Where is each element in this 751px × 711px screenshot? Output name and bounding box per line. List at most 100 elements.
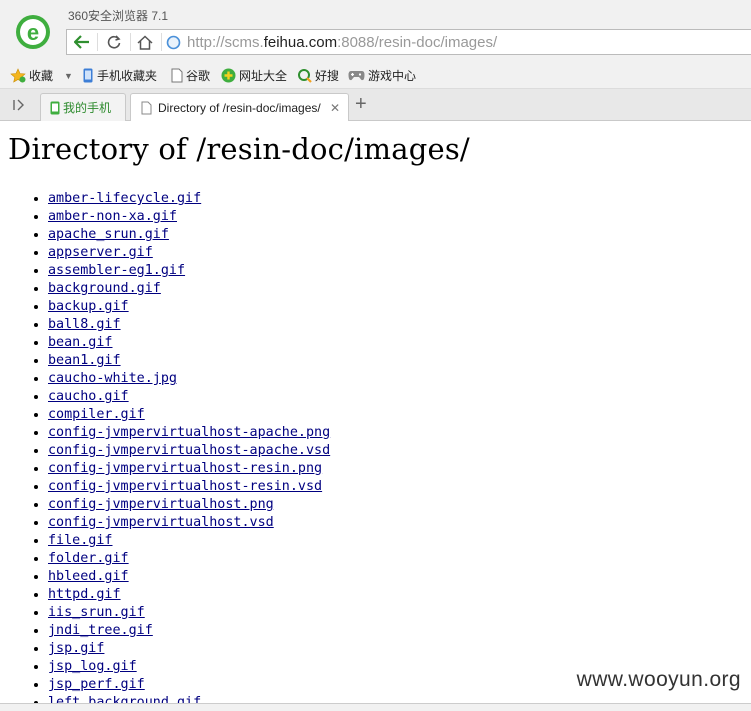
- file-link[interactable]: iis_srun.gif: [48, 605, 145, 620]
- tab-title: Directory of /resin-doc/images/: [158, 101, 321, 115]
- file-link[interactable]: folder.gif: [48, 551, 129, 566]
- list-item: config-jvmpervirtualhost-resin.png: [48, 460, 330, 478]
- list-item: bean.gif: [48, 334, 330, 352]
- file-link[interactable]: apache_srun.gif: [48, 227, 169, 242]
- file-link[interactable]: config-jvmpervirtualhost-resin.vsd: [48, 479, 322, 494]
- list-item: jsp_perf.gif: [48, 676, 330, 694]
- address-bar[interactable]: http://scms.feihua.com:8088/resin-doc/im…: [66, 29, 751, 55]
- url-prefix: http://scms.: [187, 34, 264, 51]
- home-icon: [137, 34, 153, 50]
- list-item: apache_srun.gif: [48, 226, 330, 244]
- phone-icon: [50, 101, 60, 114]
- file-link[interactable]: file.gif: [48, 533, 113, 548]
- list-item: assembler-eg1.gif: [48, 262, 330, 280]
- bookmark-label: 手机收藏夹: [97, 69, 158, 83]
- app-title: 360安全浏览器 7.1: [68, 9, 169, 23]
- list-item: httpd.gif: [48, 586, 330, 604]
- file-link[interactable]: config-jvmpervirtualhost-apache.png: [48, 425, 330, 440]
- file-link[interactable]: amber-non-xa.gif: [48, 209, 177, 224]
- phone-icon: [83, 68, 93, 83]
- file-link[interactable]: ball8.gif: [48, 317, 121, 332]
- list-item: caucho-white.jpg: [48, 370, 330, 388]
- file-link[interactable]: httpd.gif: [48, 587, 121, 602]
- list-item: config-jvmpervirtualhost-apache.png: [48, 424, 330, 442]
- file-link[interactable]: amber-lifecycle.gif: [48, 191, 201, 206]
- file-link[interactable]: config-jvmpervirtualhost.vsd: [48, 515, 274, 530]
- list-item: iis_srun.gif: [48, 604, 330, 622]
- url-field[interactable]: http://scms.feihua.com:8088/resin-doc/im…: [187, 34, 497, 51]
- tab-strip: 我的手机 Directory of /resin-doc/images/ ✕ +: [0, 89, 751, 122]
- list-item: file.gif: [48, 532, 330, 550]
- bookmark-label: 网址大全: [239, 69, 288, 83]
- file-link[interactable]: config-jvmpervirtualhost-apache.vsd: [48, 443, 330, 458]
- chevron-down-icon[interactable]: ▼: [64, 71, 73, 81]
- list-item: caucho.gif: [48, 388, 330, 406]
- svg-text:e: e: [27, 20, 39, 45]
- list-item: jndi_tree.gif: [48, 622, 330, 640]
- bookmark-label: 游戏中心: [368, 69, 417, 83]
- bookmark-favorites[interactable]: 收藏 ▼: [10, 67, 73, 84]
- bookmark-mobile-favorites[interactable]: 手机收藏夹: [82, 67, 157, 84]
- list-item: jsp_log.gif: [48, 658, 330, 676]
- file-link[interactable]: assembler-eg1.gif: [48, 263, 185, 278]
- list-item: ball8.gif: [48, 316, 330, 334]
- list-item: folder.gif: [48, 550, 330, 568]
- file-list: amber-lifecycle.gif amber-non-xa.gif apach…: [0, 190, 330, 704]
- site-security-icon: [166, 35, 181, 50]
- file-link[interactable]: caucho-white.jpg: [48, 371, 177, 386]
- bookmark-url-directory[interactable]: 网址大全: [221, 67, 287, 84]
- file-link[interactable]: jsp_perf.gif: [48, 677, 145, 692]
- page-icon: [141, 101, 152, 115]
- search-q-icon: [298, 69, 312, 83]
- back-arrow-icon: [74, 35, 89, 49]
- list-item: appserver.gif: [48, 244, 330, 262]
- bookmark-label: 好搜: [315, 69, 340, 83]
- tab-label: 我的手机: [63, 101, 112, 115]
- file-link[interactable]: caucho.gif: [48, 389, 129, 404]
- new-tab-button[interactable]: +: [355, 94, 367, 114]
- star-icon: [10, 68, 26, 83]
- file-link[interactable]: background.gif: [48, 281, 161, 296]
- page-title: Directory of /resin-doc/images/: [8, 132, 470, 166]
- file-link[interactable]: jndi_tree.gif: [48, 623, 153, 638]
- file-link[interactable]: jsp_log.gif: [48, 659, 137, 674]
- bookmark-label: 收藏: [29, 69, 54, 83]
- page-icon: [171, 68, 183, 83]
- sidebar-toggle-icon[interactable]: [12, 98, 26, 112]
- file-link[interactable]: compiler.gif: [48, 407, 145, 422]
- reload-icon: [107, 35, 121, 49]
- list-item: amber-non-xa.gif: [48, 208, 330, 226]
- status-bar: [0, 703, 751, 711]
- title-bar: e 360安全浏览器 7.1 http://scms.feihua.com:80…: [0, 0, 751, 62]
- file-link[interactable]: jsp.gif: [48, 641, 104, 656]
- browser-logo-icon: e: [16, 15, 50, 49]
- list-item: config-jvmpervirtualhost.vsd: [48, 514, 330, 532]
- list-item: jsp.gif: [48, 640, 330, 658]
- list-item: background.gif: [48, 280, 330, 298]
- list-item: amber-lifecycle.gif: [48, 190, 330, 208]
- file-link[interactable]: config-jvmpervirtualhost.png: [48, 497, 274, 512]
- list-item: backup.gif: [48, 298, 330, 316]
- bookmark-haosou[interactable]: 好搜: [297, 67, 339, 84]
- bookmark-google[interactable]: 谷歌: [171, 67, 210, 84]
- file-link[interactable]: bean1.gif: [48, 353, 121, 368]
- page-content: Directory of /resin-doc/images/ amber-li…: [0, 121, 751, 704]
- file-link[interactable]: hbleed.gif: [48, 569, 129, 584]
- home-button[interactable]: [134, 33, 156, 51]
- tab-directory-listing[interactable]: Directory of /resin-doc/images/ ✕: [130, 93, 349, 122]
- list-item: compiler.gif: [48, 406, 330, 424]
- close-icon[interactable]: ✕: [330, 101, 340, 115]
- file-link[interactable]: bean.gif: [48, 335, 113, 350]
- list-item: bean1.gif: [48, 352, 330, 370]
- gamepad-icon: [348, 71, 365, 81]
- file-link[interactable]: appserver.gif: [48, 245, 153, 260]
- file-link[interactable]: config-jvmpervirtualhost-resin.png: [48, 461, 322, 476]
- bookmark-game-center[interactable]: 游戏中心: [348, 67, 416, 84]
- reload-button[interactable]: [103, 33, 125, 51]
- file-link[interactable]: backup.gif: [48, 299, 129, 314]
- bookmarks-bar: 收藏 ▼ 手机收藏夹 谷歌 网址大全 好搜 游戏中心: [0, 62, 751, 89]
- back-button[interactable]: [71, 33, 93, 51]
- bookmark-label: 谷歌: [186, 69, 211, 83]
- list-item: hbleed.gif: [48, 568, 330, 586]
- tab-my-phone[interactable]: 我的手机: [40, 93, 126, 121]
